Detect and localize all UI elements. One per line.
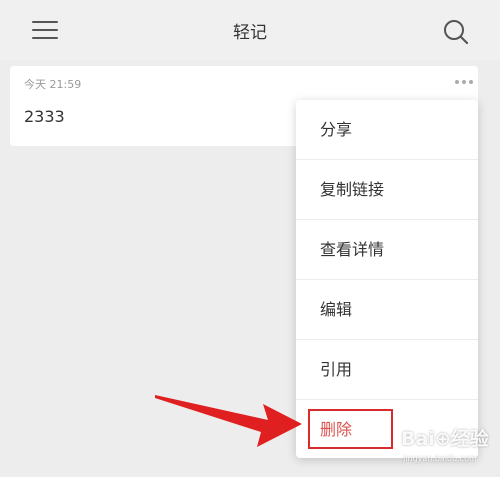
menu-item-quote[interactable]: 引用 bbox=[296, 340, 478, 400]
app-title: 轻记 bbox=[233, 23, 267, 43]
note-timestamp: 今天 21:59 bbox=[24, 78, 82, 91]
baidu-jingyan-watermark: Bai⊕经验 jingyan.baidu.com bbox=[395, 420, 489, 468]
menu-item-copy-link[interactable]: 复制链接 bbox=[296, 160, 478, 220]
top-app-bar: 轻记 bbox=[0, 0, 500, 60]
note-context-menu: 分享 复制链接 查看详情 编辑 引用 删除 bbox=[296, 100, 478, 458]
watermark-main: Bai⊕经验 bbox=[401, 428, 489, 450]
menu-item-view-details[interactable]: 查看详情 bbox=[296, 220, 478, 280]
watermark-sub: jingyan.baidu.com bbox=[403, 454, 477, 463]
menu-item-share[interactable]: 分享 bbox=[296, 100, 478, 160]
more-horizontal-icon[interactable] bbox=[454, 78, 474, 86]
note-content: 2333 bbox=[24, 107, 65, 126]
delete-highlight-box bbox=[308, 409, 393, 449]
menu-item-edit[interactable]: 编辑 bbox=[296, 280, 478, 340]
search-icon[interactable] bbox=[441, 17, 471, 47]
